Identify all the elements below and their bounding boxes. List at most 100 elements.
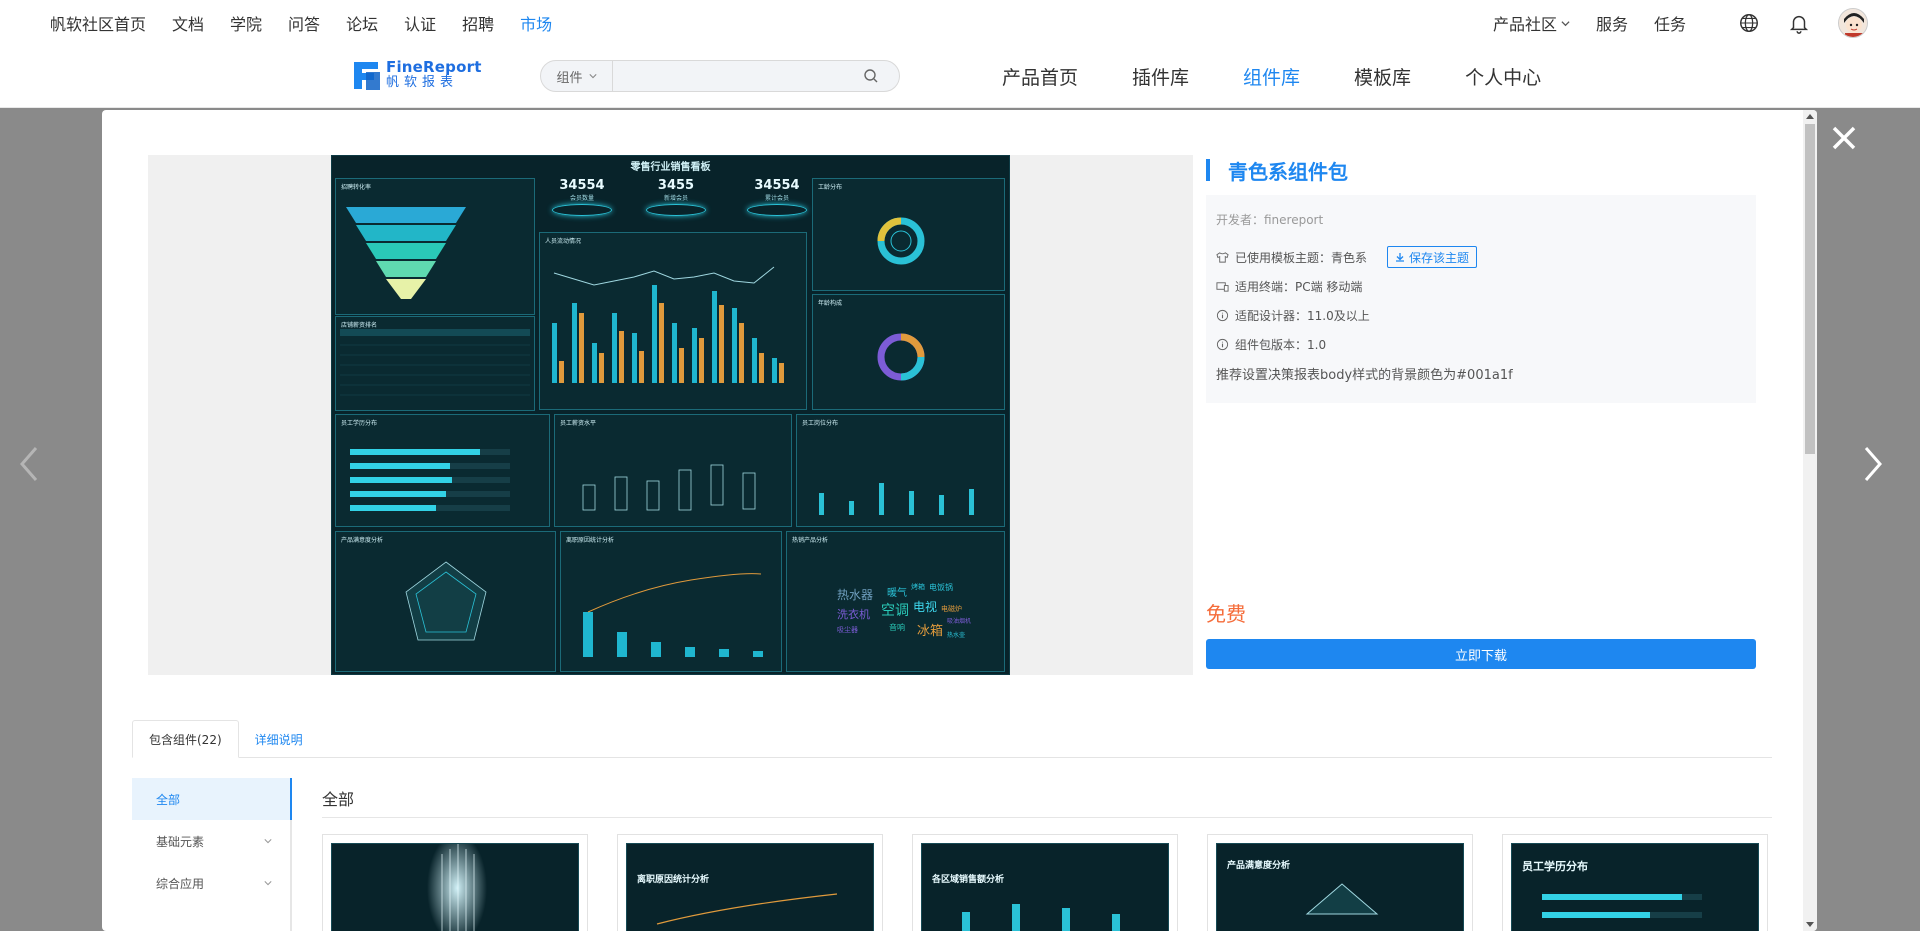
chevron-down-icon — [264, 839, 272, 844]
panel-title: 热销产品分析 — [792, 537, 829, 544]
panel-title: 员工薪资水平 — [560, 420, 597, 427]
tab-templates[interactable]: 模板库 — [1354, 63, 1411, 90]
tab-personal-center[interactable]: 个人中心 — [1465, 63, 1541, 90]
search-icon[interactable] — [863, 68, 879, 84]
tab-plugins[interactable]: 插件库 — [1132, 63, 1189, 90]
kpi-value: 34554 — [754, 178, 800, 193]
radar-chart — [405, 561, 487, 641]
panel-title: 招聘转化率 — [341, 184, 372, 191]
card-title: 产品满意度分析 — [1227, 861, 1291, 871]
word-item: 电视 — [913, 600, 938, 614]
close-icon[interactable] — [1828, 122, 1860, 154]
component-card[interactable]: 各区域销售额分析 — [912, 834, 1178, 931]
info-box: 开发者：finereport 已使用模板主题：青色系 保存该主题 适用终端：PC… — [1206, 195, 1756, 403]
nav-certification[interactable]: 认证 — [404, 11, 436, 35]
nav-docs[interactable]: 文档 — [172, 11, 204, 35]
component-card[interactable]: 员工学历分布 — [1502, 834, 1768, 931]
kpi-label: 新增会员 — [663, 195, 688, 202]
position-bar-chart — [819, 483, 974, 515]
finereport-logo[interactable]: FineReport 帆软报表 — [352, 58, 482, 92]
title-accent-bar — [1206, 159, 1210, 181]
light-beam-graphic — [427, 844, 487, 931]
sidebar-item-composite[interactable]: 综合应用 — [132, 862, 290, 904]
panel-position: 员工岗位分布 — [796, 414, 1005, 527]
panel-title: 员工岗位分布 — [802, 420, 839, 427]
tab-components[interactable]: 组件库 — [1243, 63, 1300, 90]
nav-market[interactable]: 市场 — [520, 11, 552, 35]
word-item: 烤箱 — [911, 583, 925, 591]
tab-details[interactable]: 详细说明 — [239, 720, 319, 758]
sidebar-item-label: 综合应用 — [156, 876, 205, 891]
modal-scrollbar[interactable] — [1803, 110, 1817, 931]
scroll-thumb[interactable] — [1805, 124, 1815, 454]
tab-product-home[interactable]: 产品首页 — [1002, 63, 1078, 90]
nav-jobs[interactable]: 招聘 — [462, 11, 494, 35]
kpi-1: 34554 会员数量 — [552, 178, 612, 216]
component-card[interactable]: 离职原因统计分析 — [617, 834, 883, 931]
dashboard-title: 零售行业销售看板 — [630, 162, 711, 173]
terminal-text: 适用终端：PC端 移动端 — [1235, 279, 1363, 294]
word-item: 热水器 — [837, 588, 874, 602]
panel-title: 员工学历分布 — [341, 420, 378, 427]
detail-tabs: 包含组件(22) 详细说明 — [132, 720, 1772, 758]
dashboard-preview-image: 零售行业销售看板 34554 会员数量 3455 新增会员 34554 累计会员… — [331, 155, 1010, 675]
save-theme-button[interactable]: 保存该主题 — [1387, 246, 1478, 268]
component-card[interactable] — [322, 834, 588, 931]
word-item: 电磁炉 — [941, 605, 962, 613]
category-sidebar: 全部 基础元素 综合应用 — [132, 778, 292, 931]
kpi-3: 34554 累计会员 — [747, 178, 807, 216]
bell-icon[interactable] — [1788, 12, 1810, 34]
search-category-select[interactable]: 组件 — [541, 61, 613, 91]
nav-academy[interactable]: 学院 — [230, 11, 262, 35]
recommend-text: 推荐设置决策报表body样式的背景颜色为#001a1f — [1216, 368, 1513, 383]
panel-donut-1: 工龄分布 — [812, 178, 1005, 291]
card-title: 各区域销售额分析 — [932, 875, 1005, 885]
product-community-dropdown[interactable]: 产品社区 — [1493, 11, 1570, 35]
card-title: 员工学历分布 — [1522, 860, 1588, 873]
donut-chart-2 — [877, 333, 925, 381]
nav-forum[interactable]: 论坛 — [346, 11, 378, 35]
education-bar-chart — [350, 449, 510, 511]
panel-title: 产品满意度分析 — [341, 537, 384, 544]
scroll-up-icon[interactable] — [1806, 113, 1814, 121]
market-nav: 产品首页 插件库 组件库 模板库 个人中心 — [1002, 58, 1595, 94]
nav-qa[interactable]: 问答 — [288, 11, 320, 35]
next-arrow-icon[interactable] — [1860, 444, 1886, 484]
panel-education: 员工学历分布 — [335, 414, 550, 527]
panel-title: 人员流动情况 — [545, 238, 582, 245]
globe-icon[interactable] — [1738, 12, 1760, 34]
ranking-table — [340, 329, 530, 396]
tab-included-components[interactable]: 包含组件(22) — [132, 720, 239, 758]
preview-area: 零售行业销售看板 34554 会员数量 3455 新增会员 34554 累计会员… — [148, 155, 1193, 675]
nav-task[interactable]: 任务 — [1654, 11, 1686, 35]
pareto-thumbnail — [656, 893, 838, 925]
panel-title: 店铺薪资排名 — [341, 322, 378, 329]
component-card[interactable]: 产品满意度分析 — [1207, 834, 1473, 931]
kpi-disk — [747, 204, 807, 216]
main-heading: 全部 — [322, 778, 1772, 818]
component-thumbnail: 各区域销售额分析 — [921, 843, 1169, 931]
panel-bar-line: 人员流动情况 — [539, 232, 807, 410]
download-button[interactable]: 立即下载 — [1206, 639, 1756, 669]
nav-service[interactable]: 服务 — [1596, 11, 1628, 35]
component-detail-modal: 零售行业销售看板 34554 会员数量 3455 新增会员 34554 累计会员… — [102, 110, 1817, 931]
card-title: 离职原因统计分析 — [637, 875, 710, 885]
word-item: 热水壶 — [947, 632, 966, 639]
previous-arrow-icon[interactable] — [16, 444, 42, 484]
devices-icon — [1216, 281, 1229, 292]
user-avatar[interactable] — [1838, 8, 1868, 38]
shirt-icon — [1216, 251, 1229, 263]
price-label: 免费 — [1206, 602, 1246, 626]
nav-home[interactable]: 帆软社区首页 — [50, 11, 146, 35]
sidebar-item-label: 全部 — [156, 792, 181, 807]
scroll-down-icon[interactable] — [1806, 920, 1814, 928]
component-grid: 离职原因统计分析 各区域销售额分析 产品满意度分析 员工学历分布 — [322, 834, 1797, 931]
word-item: 电饭锅 — [929, 583, 953, 592]
sidebar-item-basic[interactable]: 基础元素 — [132, 820, 290, 862]
sidebar-item-all[interactable]: 全部 — [132, 778, 292, 820]
search-input[interactable] — [613, 61, 863, 91]
component-thumbnail: 离职原因统计分析 — [626, 843, 874, 931]
panel-title: 年龄构成 — [818, 300, 843, 307]
funnel-chart — [346, 207, 466, 299]
panel-title: 离职原因统计分析 — [566, 537, 615, 544]
